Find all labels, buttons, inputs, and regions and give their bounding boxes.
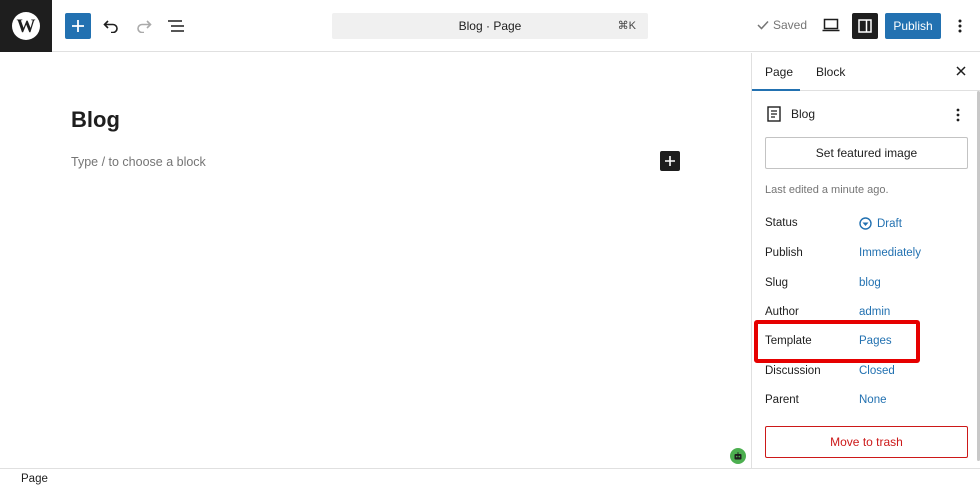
template-highlight-box xyxy=(754,320,920,363)
undo-button[interactable] xyxy=(99,14,123,38)
active-tab-indicator xyxy=(752,89,800,91)
undo-icon xyxy=(103,20,118,33)
robot-icon xyxy=(734,452,742,460)
discussion-row: Discussion Closed xyxy=(765,365,895,377)
post-title[interactable]: Blog xyxy=(71,107,120,133)
parent-row: Parent None xyxy=(765,394,887,406)
redo-button[interactable] xyxy=(132,14,156,38)
command-shortcut: ⌘K xyxy=(617,20,636,32)
close-icon xyxy=(956,66,966,76)
plus-icon xyxy=(665,156,675,166)
block-breadcrumb-bar: Page xyxy=(0,468,980,489)
sidebar-tabs: Page Block xyxy=(752,53,980,91)
check-icon xyxy=(757,20,769,30)
saved-indicator: Saved xyxy=(757,18,807,32)
breadcrumb-item[interactable]: Page xyxy=(21,473,48,485)
list-view-button[interactable] xyxy=(164,14,188,38)
parent-toggle[interactable]: None xyxy=(859,394,887,406)
document-bar[interactable]: Blog · Page ⌘K xyxy=(332,13,648,39)
slug-toggle[interactable]: blog xyxy=(859,277,881,289)
move-to-trash-button[interactable]: Move to trash xyxy=(765,426,968,458)
settings-toggle-button[interactable] xyxy=(852,13,878,39)
slug-row: Slug blog xyxy=(765,277,881,289)
redo-icon xyxy=(137,20,152,33)
set-featured-image-button[interactable]: Set featured image xyxy=(765,137,968,169)
block-inserter-button[interactable] xyxy=(65,13,91,39)
author-toggle[interactable]: admin xyxy=(859,306,890,318)
document-name: Blog xyxy=(791,107,816,121)
more-vertical-icon xyxy=(958,19,962,33)
settings-sidebar-icon xyxy=(858,19,872,33)
list-view-icon xyxy=(168,20,184,32)
page-icon xyxy=(767,106,781,122)
draft-status-icon xyxy=(859,217,872,230)
status-toggle[interactable]: Draft xyxy=(859,217,902,230)
wordpress-logo-icon: W xyxy=(12,12,40,40)
discussion-toggle[interactable]: Closed xyxy=(859,365,895,377)
publish-date-toggle[interactable]: Immediately xyxy=(859,247,921,259)
publish-button[interactable]: Publish xyxy=(885,13,941,39)
settings-sidebar: Page Block Blog Set featured image Last … xyxy=(751,53,980,468)
status-row: Status Draft xyxy=(765,217,902,230)
desktop-view-icon xyxy=(822,18,840,32)
inline-inserter-button[interactable] xyxy=(660,151,680,171)
assistant-robot-button[interactable] xyxy=(730,448,746,464)
preview-button[interactable] xyxy=(822,16,840,39)
last-edited-text: Last edited a minute ago. xyxy=(765,184,889,196)
options-menu-button[interactable] xyxy=(951,14,969,38)
close-sidebar-button[interactable] xyxy=(954,64,968,78)
tab-page[interactable]: Page xyxy=(765,65,793,79)
editor-header: W Blog · Page ⌘K Saved Publish xyxy=(0,0,980,52)
document-actions-button[interactable] xyxy=(952,106,964,124)
block-placeholder[interactable]: Type / to choose a block xyxy=(71,155,206,169)
more-vertical-icon xyxy=(956,108,960,122)
plus-icon xyxy=(72,20,84,32)
tab-block[interactable]: Block xyxy=(816,65,845,79)
publish-row: Publish Immediately xyxy=(765,247,921,259)
document-summary: Blog xyxy=(767,106,815,122)
editor-canvas[interactable]: Blog Type / to choose a block xyxy=(0,53,751,468)
wordpress-logo-button[interactable]: W xyxy=(0,0,52,52)
document-title: Blog · Page xyxy=(458,19,522,33)
